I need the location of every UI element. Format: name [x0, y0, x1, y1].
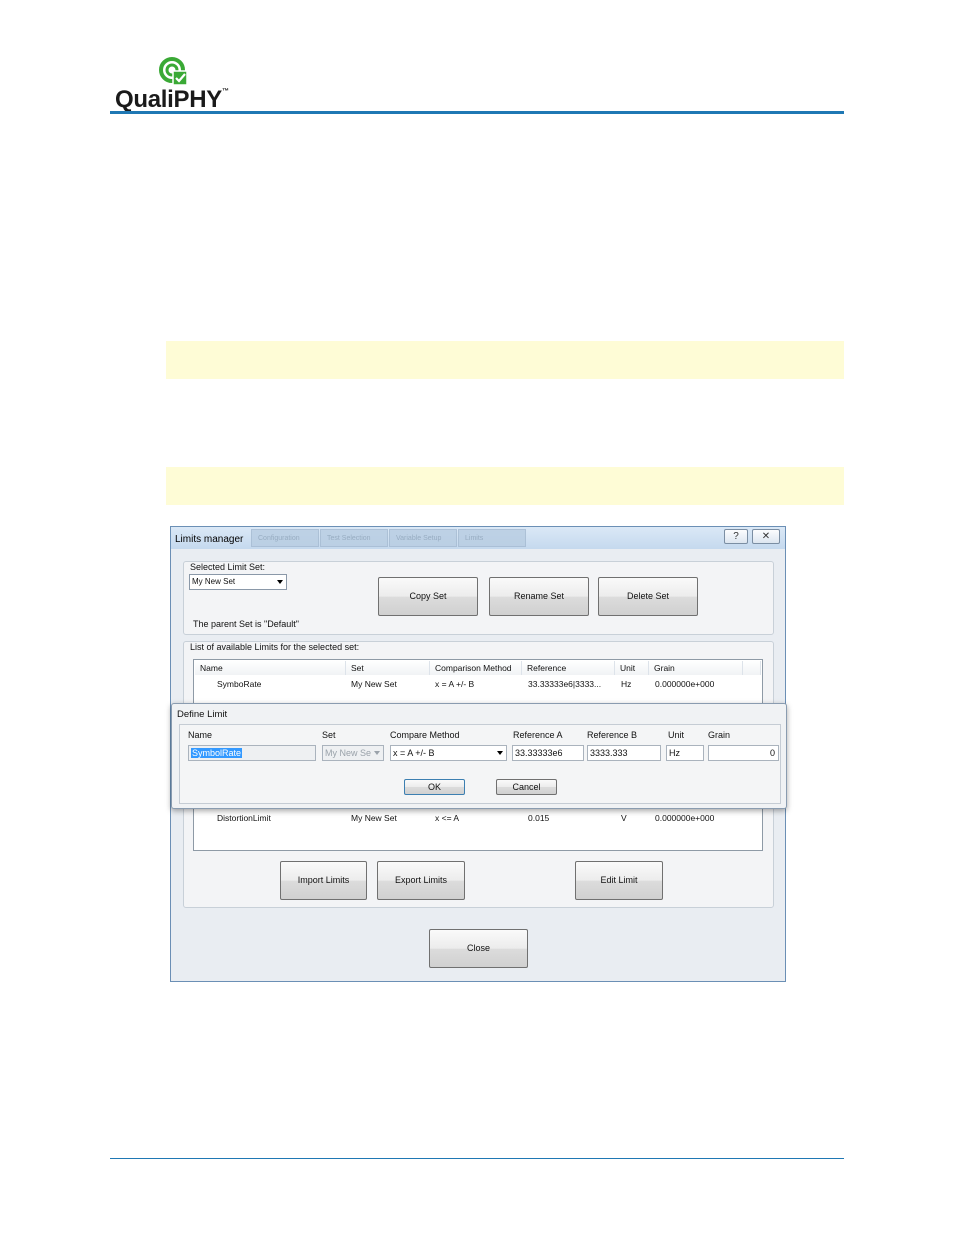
ghost-tab-limits: Limits [458, 529, 526, 547]
column-header-method[interactable]: Comparison Method [430, 661, 522, 675]
brand-logo-text: QualiPHY™ [115, 86, 229, 113]
edit-limit-button[interactable]: Edit Limit [575, 861, 663, 900]
selected-limit-set-label: Selected Limit Set: [190, 562, 266, 572]
cell-grain: 0.000000e+000 [655, 813, 715, 823]
grain-field[interactable]: 0 [708, 745, 779, 761]
help-button[interactable]: ? [724, 529, 748, 544]
cell-method: x <= A [435, 813, 460, 823]
column-header-spacer [743, 661, 761, 675]
limit-set-select[interactable]: My New Set [189, 574, 287, 590]
column-header-unit[interactable]: Unit [615, 661, 649, 675]
cell-unit: Hz [621, 679, 632, 689]
cell-name: DistortionLimit [217, 813, 271, 823]
cell-unit: V [621, 813, 627, 823]
column-header-grain[interactable]: Grain [649, 661, 743, 675]
table-row[interactable]: DistortionLimit My New Set x <= A 0.015 … [195, 812, 761, 826]
cell-method: x = A +/- B [435, 679, 475, 689]
cancel-button[interactable]: Cancel [496, 779, 557, 795]
close-button[interactable]: Close [429, 929, 528, 968]
compare-method-select[interactable]: x = A +/- B [390, 745, 507, 761]
limits-list-label: List of available Limits for the selecte… [190, 642, 360, 652]
rename-set-button[interactable]: Rename Set [489, 577, 589, 616]
reference-a-label: Reference A [513, 730, 563, 740]
name-label: Name [188, 730, 213, 740]
set-label: Set [322, 730, 336, 740]
column-header-reference[interactable]: Reference [522, 661, 615, 675]
note-band [166, 341, 844, 379]
delete-set-button[interactable]: Delete Set [598, 577, 698, 616]
header-rule [110, 111, 844, 114]
cell-reference: 33.33333e6|3333... [528, 679, 602, 689]
note-band [166, 467, 844, 505]
export-limits-button[interactable]: Export Limits [377, 861, 465, 900]
ok-button[interactable]: OK [404, 779, 465, 795]
footer-rule [110, 1158, 844, 1159]
cell-set: My New Set [351, 813, 397, 823]
ghost-tab-configuration: Configuration [251, 529, 319, 547]
ghost-tab-variable-setup: Variable Setup [389, 529, 457, 547]
set-select[interactable]: My New Se [322, 745, 384, 761]
name-field[interactable]: SymbolRate [188, 745, 316, 761]
title-bar: Limits manager Configuration Test Select… [171, 527, 785, 549]
unit-label: Unit [668, 730, 685, 740]
column-header-name[interactable]: Name [195, 661, 346, 675]
cell-name: SymboRate [217, 679, 262, 689]
compare-method-label: Compare Method [390, 730, 460, 740]
chevron-down-icon [497, 751, 503, 755]
column-header-set[interactable]: Set [346, 661, 430, 675]
define-limit-panel: Name Set Compare Method Reference A Refe… [179, 724, 781, 804]
chevron-down-icon [374, 751, 380, 755]
import-limits-button[interactable]: Import Limits [280, 861, 367, 900]
limits-manager-window: Limits manager Configuration Test Select… [170, 526, 787, 982]
close-icon[interactable]: ✕ [752, 529, 780, 544]
reference-b-field[interactable]: 3333.333 [587, 745, 661, 761]
chevron-down-icon [277, 580, 283, 584]
grain-label: Grain [708, 730, 731, 740]
dialog-title: Define Limit [177, 709, 228, 720]
table-row[interactable]: SymboRate My New Set x = A +/- B 33.3333… [195, 678, 761, 692]
window-title: Limits manager [175, 534, 244, 545]
cell-set: My New Set [351, 679, 397, 689]
cell-grain: 0.000000e+000 [655, 679, 715, 689]
unit-field[interactable]: Hz [666, 745, 704, 761]
qualiphy-logo-icon [159, 57, 188, 86]
cell-reference: 0.015 [528, 813, 550, 823]
reference-a-field[interactable]: 33.33333e6 [512, 745, 584, 761]
ghost-tab-test-selection: Test Selection [320, 529, 388, 547]
reference-b-label: Reference B [587, 730, 638, 740]
define-limit-dialog: Define Limit Name Set Compare Method Ref… [171, 703, 787, 809]
copy-set-button[interactable]: Copy Set [378, 577, 478, 616]
parent-set-note: The parent Set is "Default" [193, 619, 299, 629]
